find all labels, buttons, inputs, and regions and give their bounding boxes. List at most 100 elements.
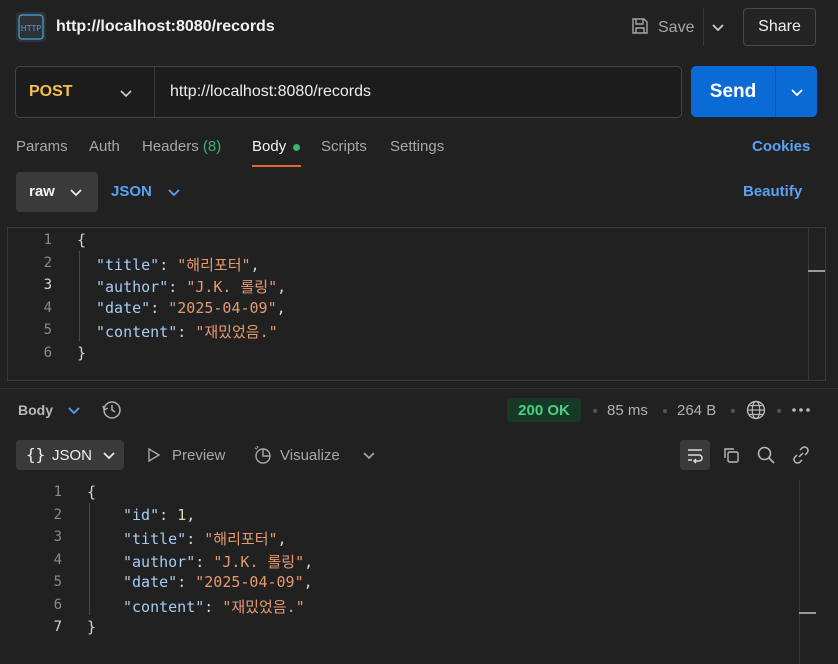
separator-dot <box>593 409 597 413</box>
more-options-icon[interactable] <box>790 402 812 423</box>
line-number: 1 <box>53 484 62 500</box>
request-title: http://localhost:8080/records <box>56 18 275 35</box>
json-field-line[interactable]: "date": "2025-04-09", <box>123 573 313 591</box>
chevron-down-icon[interactable] <box>66 402 82 423</box>
wrap-lines-icon[interactable] <box>680 440 710 470</box>
send-options-chevron-down-icon[interactable] <box>776 66 817 117</box>
save-label: Save <box>658 19 695 36</box>
json-value: "J.K. 롤링" <box>186 278 278 296</box>
json-key: "title" <box>123 530 187 548</box>
divider <box>154 67 155 117</box>
json-close-brace: } <box>77 343 87 362</box>
json-field-line[interactable]: "author": "J.K. 롤링", <box>123 551 313 572</box>
cookies-link[interactable]: Cookies <box>752 138 810 155</box>
beautify-button[interactable]: Beautify <box>743 183 802 200</box>
chevron-down-icon <box>101 447 117 468</box>
line-number: 5 <box>53 574 62 590</box>
json-field-line[interactable]: "title": "해리포터", <box>123 528 287 549</box>
json-comma: , <box>276 298 286 317</box>
json-key: "date" <box>96 298 151 317</box>
globe-icon[interactable] <box>745 399 767 426</box>
json-field-line[interactable]: "date": "2025-04-09", <box>96 299 286 317</box>
json-colon: : <box>177 573 196 591</box>
svg-text:HTTP: HTTP <box>21 24 42 33</box>
viewer-scrollbar[interactable] <box>799 480 800 664</box>
json-comma: , <box>250 255 260 274</box>
json-colon: : <box>150 298 169 317</box>
json-comma: , <box>304 552 314 571</box>
tab-settings[interactable]: Settings <box>390 138 444 155</box>
json-key: "content" <box>96 323 178 341</box>
json-colon: : <box>159 255 178 274</box>
history-icon[interactable] <box>101 399 123 426</box>
chevron-down-icon[interactable] <box>361 447 377 468</box>
body-format-select[interactable]: JSON <box>111 183 152 200</box>
copy-icon[interactable] <box>716 440 746 470</box>
pane-divider[interactable] <box>0 388 838 389</box>
tab-params[interactable]: Params <box>16 138 68 155</box>
tab-scripts[interactable]: Scripts <box>321 138 367 155</box>
json-key: "title" <box>96 255 160 274</box>
divider <box>703 8 704 46</box>
json-field-line[interactable]: "content": "재밌었음." <box>96 321 278 342</box>
json-field-line[interactable]: "id": 1, <box>123 506 195 524</box>
response-format-label: JSON <box>52 447 93 464</box>
line-number: 1 <box>43 232 52 248</box>
json-key: "id" <box>123 505 160 524</box>
json-value: "2025-04-09" <box>168 298 277 317</box>
status-badge[interactable]: 200 OK <box>507 398 581 422</box>
line-number: 5 <box>43 322 52 338</box>
save-button[interactable]: Save <box>630 14 694 42</box>
method-chevron-down-icon[interactable] <box>117 84 135 102</box>
line-number: 2 <box>53 506 62 523</box>
json-value: "재밌었음." <box>195 323 278 341</box>
tab-auth[interactable]: Auth <box>89 138 120 155</box>
line-number: 6 <box>43 344 52 361</box>
json-value: "2025-04-09" <box>195 573 304 591</box>
json-value: "해리포터" <box>177 255 251 274</box>
send-button[interactable]: Send <box>691 66 775 117</box>
line-number: 3 <box>53 529 62 545</box>
search-icon[interactable] <box>751 440 781 470</box>
line-number: 4 <box>43 299 52 316</box>
json-key: "author" <box>96 278 169 296</box>
visualize-button[interactable]: Visualize <box>280 447 340 464</box>
json-value: "재밌었음." <box>222 597 305 616</box>
share-button[interactable]: Share <box>743 8 816 46</box>
json-comma: , <box>277 530 287 548</box>
json-field-line[interactable]: "content": "재밌었음." <box>123 596 305 617</box>
json-comma: , <box>186 505 196 524</box>
json-colon: : <box>186 530 205 548</box>
json-value: 1 <box>177 505 187 524</box>
scrollbar-thumb[interactable] <box>799 612 816 614</box>
json-colon: : <box>177 323 196 341</box>
json-open-brace: { <box>77 231 87 249</box>
indent-guide <box>79 250 80 341</box>
tab-body[interactable]: Body <box>252 138 286 155</box>
play-icon <box>146 447 162 468</box>
json-field-line[interactable]: "title": "해리포터", <box>96 254 260 275</box>
link-icon[interactable] <box>786 440 816 470</box>
json-key: "date" <box>123 573 178 591</box>
json-comma: , <box>277 278 287 296</box>
response-time[interactable]: 85 ms <box>607 402 648 419</box>
editor-scrollbar[interactable] <box>808 228 809 380</box>
save-icon <box>630 16 650 41</box>
json-field-line[interactable]: "author": "J.K. 롤링", <box>96 276 286 297</box>
method-select[interactable]: POST <box>29 83 73 101</box>
json-close-brace: } <box>87 618 97 636</box>
response-body-select[interactable]: Body <box>18 402 53 418</box>
tab-headers[interactable]: Headers (8) <box>142 138 221 155</box>
scrollbar-thumb[interactable] <box>808 270 825 272</box>
body-mode-label: raw <box>29 183 55 200</box>
line-number: 6 <box>53 596 62 613</box>
chevron-down-icon <box>166 184 182 205</box>
json-colon: : <box>204 597 223 616</box>
url-input[interactable]: http://localhost:8080/records <box>170 83 371 101</box>
line-number: 7 <box>53 619 62 635</box>
json-colon: : <box>195 552 214 571</box>
json-key: "author" <box>123 552 196 571</box>
preview-button[interactable]: Preview <box>172 447 225 464</box>
save-options-chevron-icon[interactable] <box>709 18 727 36</box>
response-size[interactable]: 264 B <box>677 402 716 419</box>
